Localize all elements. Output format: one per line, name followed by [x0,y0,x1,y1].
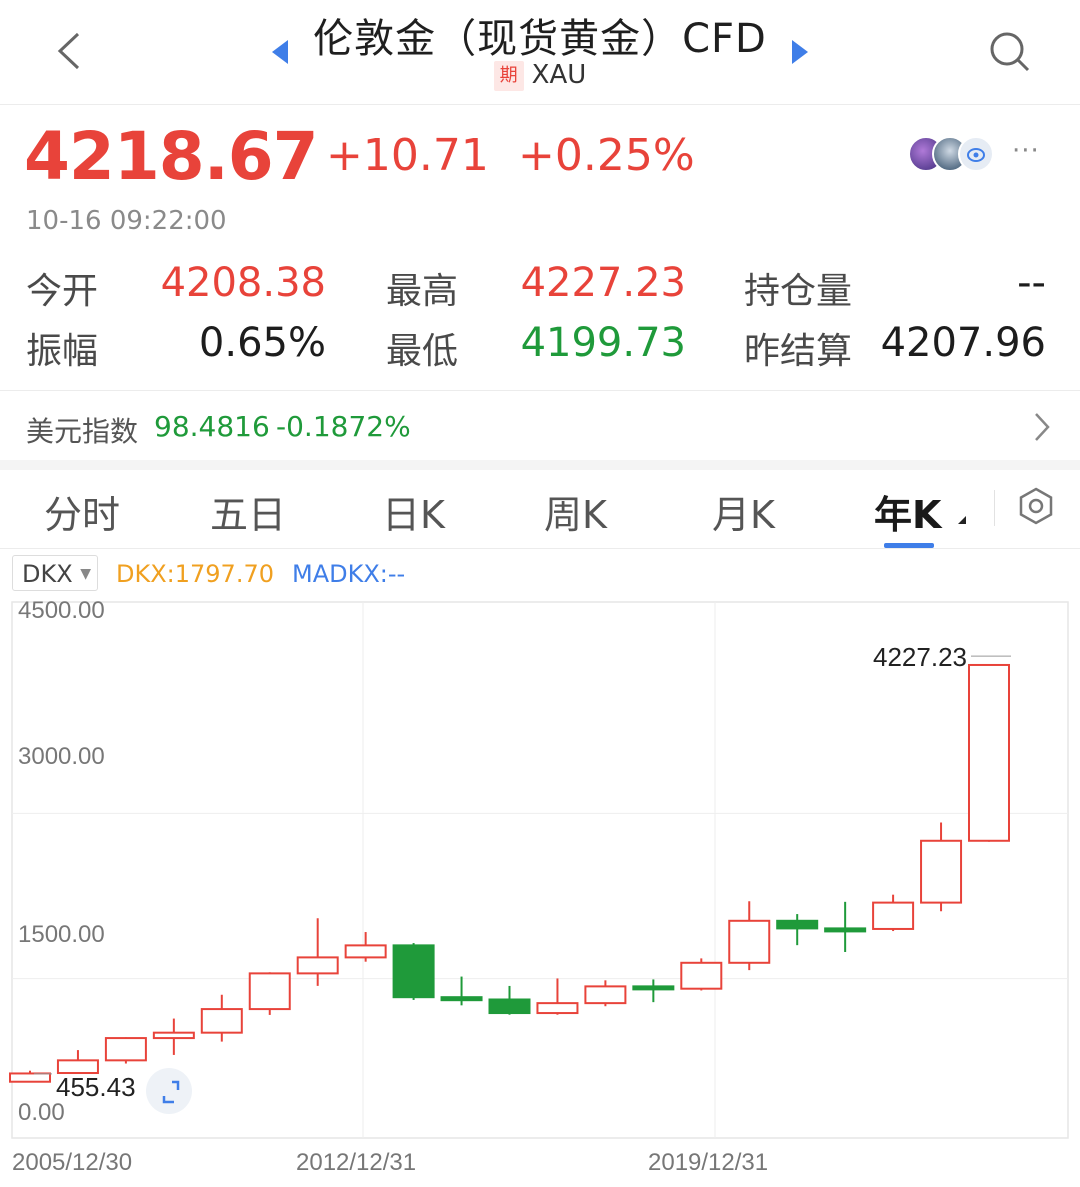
candle-body [440,996,483,1002]
candle-body [9,1072,51,1083]
fullscreen-button[interactable] [146,1068,192,1114]
dkx-value: DKX:1797.70 [116,560,274,588]
open-value: 4208.38 [160,260,326,306]
x-tick-label: 2019/12/31 [648,1149,768,1176]
candle-body [248,972,291,1011]
indicator-select[interactable]: DKX ▼ [12,555,98,591]
usd-index-row[interactable]: 美元指数 98.4816 -0.1872% [0,392,1080,460]
candle-body [632,985,675,991]
community-avatars[interactable] [908,136,1008,172]
prev-settle-value: 4207.96 [880,320,1046,366]
amplitude-value: 0.65% [198,320,326,366]
madkx-value: MADKX:-- [292,560,406,588]
high-value: 4227.23 [520,260,686,306]
usd-index-label: 美元指数 [26,415,139,448]
candle-body [104,1037,147,1062]
candle-body [488,998,531,1015]
quote-timestamp: 10-16 09:22:00 [26,206,227,236]
tab-monthly-k[interactable]: 月K [712,484,775,539]
dropdown-triangle-icon[interactable] [956,514,968,526]
usd-index-change: -0.1872% [276,410,411,443]
candle-body [344,944,387,959]
page-title: 伦敦金（现货黄金）CFD [313,16,767,62]
weibo-icon [958,136,994,172]
nav-header: 伦敦金（现货黄金）CFD 期 XAU [0,0,1080,104]
prev-settle-label: 昨结算 [744,331,853,372]
candle-body [200,1008,243,1034]
open-interest-value: -- [1017,260,1046,306]
usd-index-value: 98.4816 [154,410,270,443]
amplitude-label: 振幅 [26,331,99,372]
price-change-pct: +0.25% [518,130,695,181]
tab-yearly-k[interactable]: 年K [874,484,941,539]
more-icon[interactable]: ··· [1012,136,1040,166]
candle-body [296,956,339,975]
tab-intraday[interactable]: 分时 [44,484,120,539]
y-tick-label: 0.00 [18,1099,65,1126]
x-tick-label: 2012/12/31 [296,1149,416,1176]
tab-weekly-k[interactable]: 周K [544,484,607,539]
candle-body [680,961,723,990]
plot-frame [11,601,1069,1139]
candle-body [152,1031,195,1040]
candle-body [824,927,867,933]
tab-daily-k[interactable]: 日K [382,484,445,539]
high-label: 最高 [386,271,459,312]
price-change: +10.71 [326,130,489,181]
last-price: 4218.67 [24,118,319,195]
chart-settings-icon[interactable] [1016,486,1056,526]
min-price-label: 455.43 [56,1072,136,1102]
y-tick-label: 3000.00 [18,743,105,770]
candle-body [584,985,627,1005]
dropdown-caret-icon: ▼ [80,566,91,582]
open-interest-label: 持仓量 [744,271,853,312]
tab-five-day[interactable]: 五日 [210,484,286,539]
x-tick-label: 2005/12/30 [12,1149,132,1176]
y-tick-label: 4500.00 [18,600,105,624]
candle-body [920,839,963,904]
low-label: 最低 [386,331,459,372]
candle-body [872,901,915,930]
candle-body [728,919,771,964]
y-tick-label: 1500.00 [18,921,105,948]
futures-badge: 期 [493,60,524,91]
indicator-select-value: DKX [22,560,73,588]
expand-icon [162,1080,180,1104]
candle-body [776,919,819,930]
symbol-code: XAU [531,60,587,90]
candle-body [536,1002,579,1015]
symbol-line: 期 XAU [0,60,1080,91]
candle-body [968,663,1010,842]
low-value: 4199.73 [520,320,686,366]
chevron-right-icon [1035,413,1050,441]
max-price-label: 4227.23 [873,642,967,672]
candle-body [392,944,435,999]
open-label: 今开 [26,271,99,312]
